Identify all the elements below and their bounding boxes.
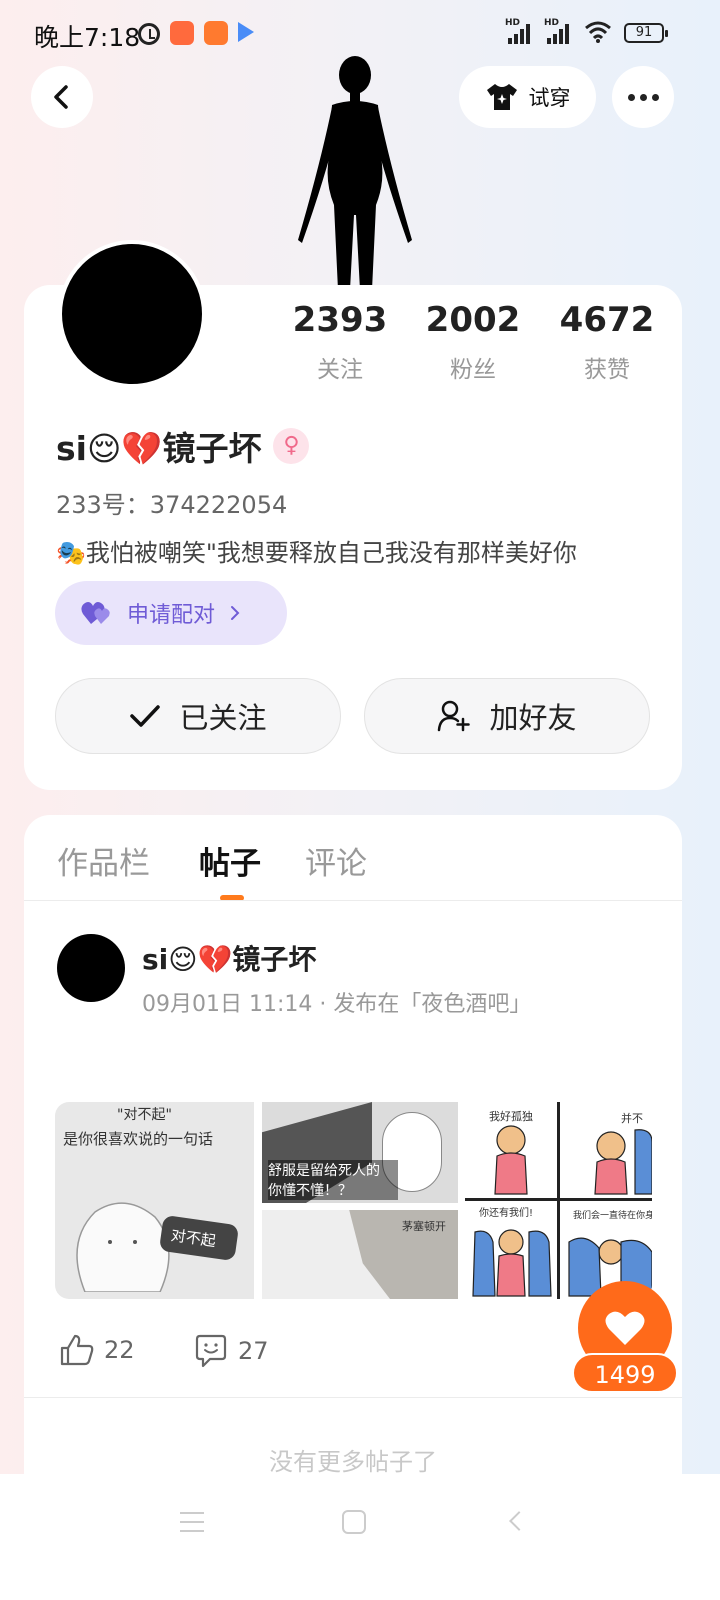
comic-figures: [472, 1125, 652, 1297]
double-heart-icon: [81, 602, 110, 624]
following-button[interactable]: 已关注: [55, 678, 341, 754]
system-nav-bar: [0, 1474, 720, 1600]
profile-username: si😌💔镜子坏 ♀: [56, 422, 310, 470]
heart-icon: [605, 1311, 645, 1345]
image-text: "对不起": [117, 1107, 172, 1123]
request-pair-button[interactable]: 申请配对: [55, 581, 287, 645]
post-author-avatar[interactable]: [57, 934, 125, 1002]
back-button[interactable]: [31, 66, 93, 128]
more-dot-icon: [639, 93, 647, 101]
post-image-3[interactable]: 茅塞顿开: [262, 1210, 458, 1299]
post-image-grid[interactable]: "对不起" 是你很喜欢说的一句话 对不起 舒服是留给死人的 你懂不懂！？ 茅塞顿…: [55, 1102, 652, 1299]
home-icon[interactable]: [342, 1510, 366, 1534]
app-notification-icon: [170, 21, 194, 45]
more-dot-icon: [627, 93, 635, 101]
shopping-app-icon: [204, 21, 228, 45]
username-text: si😌💔镜子坏: [56, 429, 262, 468]
followers-label: 粉丝: [450, 357, 496, 383]
image-text: 舒服是留给死人的 你懂不懂！？: [268, 1160, 398, 1200]
following-count: 2393: [292, 300, 388, 340]
signal-icon: [508, 22, 530, 44]
divider: [24, 1397, 682, 1398]
comment-icon: [195, 1334, 227, 1368]
post-image-2[interactable]: 舒服是留给死人的 你懂不懂！？: [262, 1102, 458, 1203]
try-on-label: 试穿: [528, 86, 571, 110]
like-count: 22: [104, 1336, 135, 1364]
post-meta[interactable]: 09月01日 11:14 · 发布在「夜色酒吧」: [142, 986, 531, 1018]
followers-count: 2002: [425, 300, 521, 340]
divider: [24, 900, 682, 901]
followers-stat[interactable]: 2002 粉丝: [413, 300, 533, 384]
likes-received-label: 获赞: [584, 357, 630, 383]
likes-received-count: 4672: [559, 300, 655, 340]
play-app-icon: [238, 22, 254, 42]
try-on-button[interactable]: 试穿: [459, 66, 596, 128]
avatar[interactable]: [58, 240, 206, 388]
tab-posts[interactable]: 帖子: [199, 838, 261, 883]
wifi-icon: [585, 21, 611, 43]
no-more-posts-text: 没有更多帖子了: [269, 1448, 437, 1476]
user-id[interactable]: 233号：374222054: [56, 485, 287, 520]
add-friend-label: 加好友: [489, 701, 577, 735]
tab-works[interactable]: 作品栏: [57, 838, 150, 883]
alarm-icon: [138, 23, 160, 45]
more-dot-icon: [651, 93, 659, 101]
following-label: 关注: [317, 357, 363, 383]
add-friend-button[interactable]: 加好友: [364, 678, 650, 754]
chevron-left-icon: [54, 85, 68, 109]
menu-icon[interactable]: [180, 1512, 204, 1532]
image-text: 对不起: [169, 1226, 217, 1251]
likes-received-stat[interactable]: 4672 获赞: [547, 300, 667, 384]
post-image-1[interactable]: "对不起" 是你很喜欢说的一句话 对不起: [55, 1102, 254, 1299]
more-options-button[interactable]: [612, 66, 674, 128]
comment-count: 27: [238, 1337, 269, 1365]
post-image-4[interactable]: 我好孤独 并不 你还有我们! 我们会一直待在你身边: [465, 1102, 652, 1299]
profile-bio: 🎭我怕被嘲笑"我想要释放自己我没有那样美好你: [56, 539, 577, 567]
floating-like-count: 1499: [572, 1353, 678, 1393]
image-text: 是你很喜欢说的一句话: [63, 1130, 214, 1148]
request-pair-label: 申请配对: [127, 603, 216, 628]
following-button-label: 已关注: [179, 701, 267, 735]
chevron-right-icon: [231, 606, 240, 620]
add-user-icon: [438, 700, 471, 732]
like-button[interactable]: 22: [60, 1334, 135, 1366]
checkmark-icon: [130, 705, 161, 727]
avatar-figure: [298, 56, 412, 290]
signal-icon: [547, 22, 569, 44]
tshirt-icon: [486, 84, 517, 110]
comment-button[interactable]: 27: [194, 1334, 269, 1368]
post-author-name[interactable]: si😌💔镜子坏: [142, 938, 316, 978]
tab-comments[interactable]: 评论: [305, 838, 367, 883]
thumbs-up-icon: [60, 1334, 94, 1366]
following-stat[interactable]: 2393 关注: [280, 300, 400, 384]
battery-icon: 91: [624, 23, 668, 43]
female-icon: ♀: [273, 428, 310, 464]
status-time: 晚上7:18: [34, 23, 141, 52]
image-text: 茅塞顿开: [402, 1220, 446, 1233]
